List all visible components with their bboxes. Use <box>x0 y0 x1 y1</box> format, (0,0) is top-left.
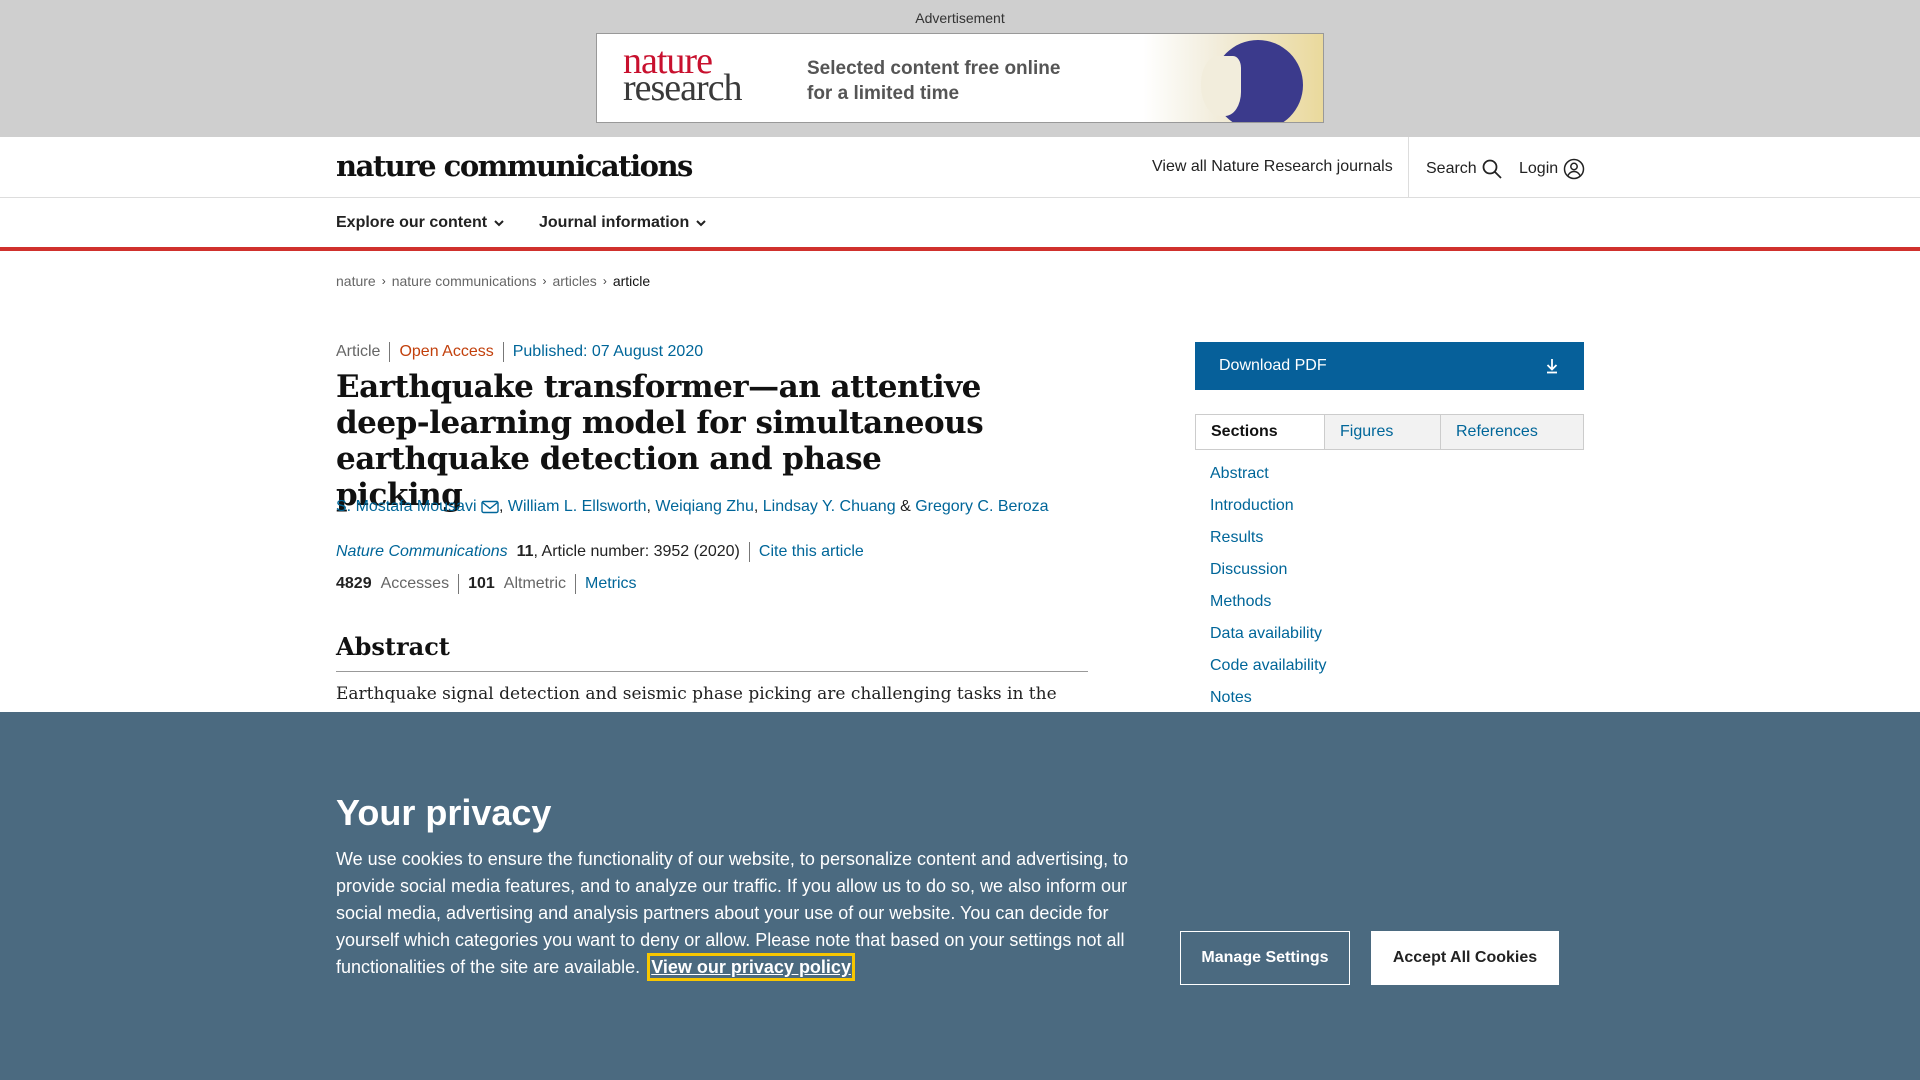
header-divider <box>1408 137 1409 197</box>
ad-illustration <box>1143 34 1323 122</box>
breadcrumb-nature[interactable]: nature <box>336 273 376 289</box>
manage-settings-button[interactable]: Manage Settings <box>1180 931 1350 985</box>
section-link-code-availability[interactable]: Code availability <box>1210 656 1327 688</box>
author-link[interactable]: William L. Ellsworth <box>508 498 647 515</box>
metrics-link[interactable]: Metrics <box>585 575 637 593</box>
published-date: Published: 07 August 2020 <box>512 343 704 360</box>
site-header: nature communications View all Nature Re… <box>0 137 1920 198</box>
chevron-down-icon <box>493 220 504 227</box>
author-ampersand: & <box>900 498 911 515</box>
privacy-policy-link[interactable]: View our privacy policy <box>647 953 855 981</box>
author-link[interactable]: Gregory C. Beroza <box>915 498 1048 515</box>
view-all-journals-link[interactable]: View all Nature Research journals <box>1152 158 1393 176</box>
section-link-data-availability[interactable]: Data availability <box>1210 624 1327 656</box>
tab-references[interactable]: References <box>1440 415 1583 449</box>
author-link[interactable]: Lindsay Y. Chuang <box>763 498 896 515</box>
article-meta: Article Open Access Published: 07 August… <box>336 342 703 362</box>
article-number: , Article number: 3952 (2020) <box>533 543 740 560</box>
download-pdf-button[interactable]: Download PDF <box>1195 342 1584 390</box>
abstract-text: Earthquake signal detection and seismic … <box>336 684 1057 704</box>
cookie-consent-banner: Your privacy We use cookies to ensure th… <box>0 712 1920 1080</box>
volume-number: 11 <box>516 543 534 560</box>
altmetric-label: Altmetric <box>503 575 566 592</box>
metrics-line: 4829 Accesses 101 Altmetric Metrics <box>336 574 637 594</box>
divider <box>458 574 460 594</box>
chevron-right-icon: › <box>542 274 547 288</box>
breadcrumb: nature › nature communications › article… <box>336 273 650 289</box>
nav-explore-label: Explore our content <box>336 214 488 231</box>
tab-sections[interactable]: Sections <box>1196 415 1324 449</box>
tab-figures[interactable]: Figures <box>1324 415 1440 449</box>
search-icon <box>1482 159 1502 179</box>
user-icon <box>1563 158 1584 180</box>
email-icon[interactable] <box>481 500 499 514</box>
citation-line: Nature Communications 11 , Article numbe… <box>336 542 864 562</box>
section-link-introduction[interactable]: Introduction <box>1210 496 1327 528</box>
breadcrumb-nature-communications[interactable]: nature communications <box>392 273 537 289</box>
open-access-badge: Open Access <box>399 343 494 360</box>
ad-label: Advertisement <box>915 10 1005 26</box>
ad-tagline-line1: Selected content free online <box>807 58 1061 79</box>
breadcrumb-current: article <box>612 273 651 289</box>
accesses-label: Accesses <box>380 575 450 592</box>
section-list: Abstract Introduction Results Discussion… <box>1210 464 1327 720</box>
search-label: Search <box>1426 160 1477 178</box>
divider <box>502 342 504 362</box>
nav-journal-label: Journal information <box>539 214 690 231</box>
abstract-heading: Abstract <box>336 632 450 661</box>
chevron-right-icon: › <box>602 274 607 288</box>
login-label: Login <box>1519 160 1559 178</box>
article-type: Article <box>336 343 381 360</box>
section-link-results[interactable]: Results <box>1210 528 1327 560</box>
section-link-discussion[interactable]: Discussion <box>1210 560 1327 592</box>
author-link[interactable]: Weiqiang Zhu <box>655 498 753 515</box>
chevron-right-icon: › <box>381 274 386 288</box>
divider <box>575 574 576 594</box>
article-title: Earthquake transformer—an attentive deep… <box>336 369 984 513</box>
nav-journal-information[interactable]: Journal information <box>539 214 708 232</box>
ad-logo-line2: research <box>623 67 743 109</box>
journal-logo[interactable]: nature communications <box>336 149 693 183</box>
chevron-down-icon <box>695 220 706 227</box>
main-nav: Explore our content Journal information <box>0 198 1920 251</box>
ad-banner[interactable]: nature research Selected content free on… <box>596 33 1324 123</box>
breadcrumb-articles[interactable]: articles <box>552 273 596 289</box>
altmetric-score: 101 <box>468 575 495 592</box>
abstract-divider <box>336 671 1088 672</box>
download-icon <box>1546 359 1558 374</box>
divider <box>389 342 391 362</box>
login-button[interactable]: Login <box>1519 158 1585 180</box>
download-pdf-label: Download PDF <box>1219 357 1327 374</box>
accesses-count: 4829 <box>336 575 372 592</box>
sidebar-tabs: Sections Figures References <box>1195 414 1584 450</box>
advertisement-bar: Advertisement nature research Selected c… <box>0 0 1920 137</box>
nav-explore-content[interactable]: Explore our content <box>336 214 506 232</box>
nature-research-logo: nature research <box>623 42 743 109</box>
privacy-text: We use cookies to ensure the functionali… <box>336 846 1136 981</box>
privacy-title: Your privacy <box>336 792 552 833</box>
face-profile-shape <box>1201 56 1241 116</box>
ad-tagline: Selected content free online for a limit… <box>807 56 1060 106</box>
ad-tagline-line2: for a limited time <box>807 83 960 104</box>
author-link[interactable]: S. Mostafa Mousavi <box>336 498 477 515</box>
author-list: S. Mostafa Mousavi , William L. Ellswort… <box>336 498 1049 515</box>
search-button[interactable]: Search <box>1426 158 1503 180</box>
accept-all-cookies-button[interactable]: Accept All Cookies <box>1371 931 1559 985</box>
journal-name-link[interactable]: Nature Communications <box>336 543 508 561</box>
section-link-abstract[interactable]: Abstract <box>1210 464 1327 496</box>
section-link-methods[interactable]: Methods <box>1210 592 1327 624</box>
divider <box>748 542 750 562</box>
cite-this-article-link[interactable]: Cite this article <box>759 543 864 561</box>
